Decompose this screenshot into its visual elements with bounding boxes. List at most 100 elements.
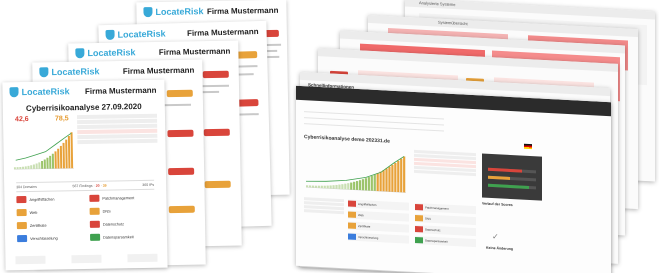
- category-card: Web: [16, 207, 82, 217]
- category-label: Angriffsflächen: [29, 197, 55, 202]
- category-icon: [415, 236, 423, 244]
- category-label: DNS: [425, 216, 431, 221]
- history-bar: [356, 180, 359, 191]
- category-label: Web: [29, 210, 38, 215]
- risk-badge: [167, 129, 194, 138]
- score-history-chart: [306, 156, 406, 193]
- category-label: Patchmanagement: [102, 195, 135, 201]
- category-label: Datenschutz: [102, 221, 125, 227]
- score-panel: [482, 153, 542, 201]
- history-bar: [19, 166, 22, 170]
- history-bar: [370, 175, 373, 191]
- analysis-title: Cyberrisikoanalyse demo 202331.de: [304, 134, 390, 145]
- history-bar: [353, 181, 356, 190]
- history-bar: [397, 160, 400, 193]
- category-card: Verschlüsselung: [17, 233, 82, 243]
- history-bar: [51, 153, 55, 169]
- category-card: DNS: [89, 206, 155, 216]
- history-bar: [379, 171, 382, 192]
- history-label: Verlauf der Scores: [482, 201, 513, 208]
- category-tile[interactable]: Verschlüsselung: [348, 232, 409, 244]
- history-bar: [364, 178, 368, 191]
- category-icon: [90, 233, 101, 241]
- history-bar: [347, 183, 350, 190]
- company-name: Firma Mustermann: [186, 27, 259, 38]
- history-bar: [46, 157, 49, 169]
- category-icon: [348, 200, 356, 207]
- category-icon: [89, 207, 100, 215]
- history-bar: [67, 136, 71, 169]
- category-label: Zertifikate: [358, 223, 371, 229]
- company-name: Firma Mustermann: [206, 5, 279, 17]
- category-label: Datensparsamkeit: [425, 238, 448, 244]
- history-bar: [344, 183, 347, 190]
- category-tile[interactable]: Zertifikate: [348, 221, 409, 233]
- category-tile[interactable]: Web: [348, 210, 409, 222]
- category-icon: [348, 222, 356, 229]
- history-bar: [16, 167, 19, 170]
- history-bar: [43, 159, 46, 169]
- history-bar: [57, 148, 60, 169]
- risk-badge: [203, 128, 230, 137]
- category-icon: [89, 220, 100, 228]
- history-bar: [376, 173, 379, 192]
- summary-text: [76, 113, 158, 145]
- category-label: Zertifikate: [29, 223, 47, 228]
- locaterisk-logo: LocateRisk: [9, 86, 70, 98]
- history-bar: [350, 182, 353, 190]
- locaterisk-logo: LocateRisk: [39, 66, 100, 78]
- history-bar: [388, 166, 391, 192]
- category-card: Patchmanagement: [89, 193, 154, 203]
- history-bar: [70, 132, 74, 169]
- history-bar: [394, 162, 397, 193]
- score-right: 78,5: [54, 115, 69, 123]
- category-tile[interactable]: DNS: [415, 213, 476, 226]
- locaterisk-logo: LocateRisk: [75, 47, 136, 59]
- shield-icon: [143, 7, 153, 18]
- company-name: Firma Mustermann: [84, 85, 157, 96]
- category-tile[interactable]: Patchmanagement: [415, 202, 476, 215]
- score-left: 42,6: [14, 115, 29, 124]
- history-bar: [27, 165, 30, 170]
- nav-menu[interactable]: [304, 106, 444, 132]
- shield-icon: [9, 87, 19, 98]
- locaterisk-logo: LocateRisk: [105, 28, 166, 41]
- score-trend-chart: [13, 132, 74, 170]
- risk-badge: [166, 89, 193, 98]
- category-label: Patchmanagement: [425, 205, 449, 211]
- category-cards: Angriffsflächen Patchmanagement Web DNS Zert…: [16, 193, 155, 243]
- category-tile[interactable]: Angriffsflächen: [348, 199, 409, 211]
- history-bar: [32, 164, 35, 169]
- shield-icon: [75, 48, 85, 59]
- check-icon: ✓: [492, 232, 499, 242]
- locaterisk-logo: LocateRisk: [143, 6, 204, 18]
- category-label: Verschlüsselung: [30, 235, 58, 241]
- category-label: DNS: [102, 209, 111, 214]
- history-bar: [382, 170, 385, 192]
- category-tile[interactable]: Datenschutz: [415, 224, 476, 237]
- report-title: Cyberrisikoanalyse 27.09.2020: [25, 102, 142, 114]
- category-tile[interactable]: Datensparsamkeit: [415, 235, 476, 248]
- history-bar: [326, 185, 329, 189]
- history-bar: [13, 167, 16, 170]
- history-bar: [306, 185, 309, 188]
- history-bar: [361, 179, 365, 191]
- category-icon: [415, 214, 423, 222]
- shield-icon: [39, 67, 49, 78]
- history-bar: [59, 145, 63, 169]
- category-icon: [89, 194, 100, 202]
- category-label: Datensparsamkeit: [103, 234, 134, 240]
- analysis-description: [414, 149, 476, 177]
- screen-dashboard: Cyberrisikoanalyse demo 202331.de Verlau…: [296, 85, 611, 273]
- category-label: Datenschutz: [425, 227, 441, 233]
- history-bar: [341, 184, 344, 190]
- risk-badge: [168, 205, 195, 214]
- history-bar: [35, 163, 38, 169]
- history-bar: [24, 166, 27, 170]
- findings-summary: 304 Domains 567 Findings · 20 · 39 360 I…: [16, 179, 155, 193]
- history-bar: [400, 158, 403, 193]
- company-name: Firma Mustermann: [122, 65, 195, 76]
- history-bar: [323, 185, 326, 189]
- shield-icon: [105, 29, 115, 41]
- report-footer: [15, 253, 158, 265]
